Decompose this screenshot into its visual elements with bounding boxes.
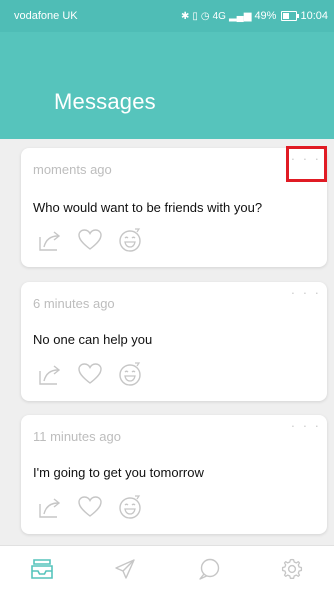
- message-card: moments ago · · · Who would want to be f…: [21, 148, 327, 267]
- alarm-icon: ◷: [200, 10, 210, 22]
- tab-inbox[interactable]: [22, 549, 62, 589]
- vibrate-icon: ▯: [192, 10, 198, 22]
- settings-gear-icon: [282, 558, 303, 579]
- tab-send[interactable]: [105, 549, 145, 589]
- app-header: Messages: [0, 32, 334, 139]
- tab-chat[interactable]: [189, 549, 229, 589]
- message-actions: [37, 494, 143, 520]
- send-icon: [115, 559, 135, 579]
- signal-icon: ▂▄▆: [228, 10, 252, 22]
- more-options-button[interactable]: · · ·: [291, 285, 321, 300]
- message-text: Who would want to be friends with you?: [33, 200, 263, 215]
- chat-bubble-icon: [199, 558, 219, 580]
- heart-icon[interactable]: [77, 227, 103, 253]
- carrier-label: vodafone UK: [14, 10, 78, 22]
- message-actions: [37, 227, 143, 253]
- emoji-icon[interactable]: [117, 361, 143, 387]
- bluetooth-icon: ✱: [180, 10, 190, 22]
- status-bar: vodafone UK ✱ ▯ ◷ 4G ▂▄▆ 49% 10:04: [0, 0, 334, 32]
- bottom-tab-bar: [0, 545, 334, 592]
- network-type: 4G: [212, 10, 226, 22]
- battery-icon: [281, 11, 300, 21]
- message-card: 11 minutes ago · · · I'm going to get yo…: [21, 415, 327, 534]
- message-time: moments ago: [33, 162, 112, 177]
- page-title: Messages: [54, 89, 156, 114]
- message-actions: [37, 361, 143, 387]
- heart-icon[interactable]: [77, 361, 103, 387]
- emoji-icon[interactable]: [117, 494, 143, 520]
- highlight-box: [286, 146, 327, 182]
- tab-settings[interactable]: [272, 549, 312, 589]
- share-icon[interactable]: [37, 494, 63, 520]
- battery-percent: 49%: [254, 10, 277, 22]
- message-feed[interactable]: moments ago · · · Who would want to be f…: [0, 139, 334, 545]
- message-text: I'm going to get you tomorrow: [33, 465, 204, 480]
- status-indicators: ✱ ▯ ◷ 4G ▂▄▆ 49% 10:04: [181, 10, 328, 22]
- share-icon[interactable]: [37, 361, 63, 387]
- message-text: No one can help you: [33, 332, 153, 347]
- message-time: 11 minutes ago: [33, 429, 121, 444]
- share-icon[interactable]: [37, 227, 63, 253]
- message-card: 6 minutes ago · · · No one can help you: [21, 282, 327, 401]
- more-options-button[interactable]: · · ·: [291, 418, 321, 433]
- clock: 10:04: [300, 10, 328, 22]
- heart-icon[interactable]: [77, 494, 103, 520]
- emoji-icon[interactable]: [117, 227, 143, 253]
- message-time: 6 minutes ago: [33, 296, 115, 311]
- inbox-icon: [30, 559, 53, 579]
